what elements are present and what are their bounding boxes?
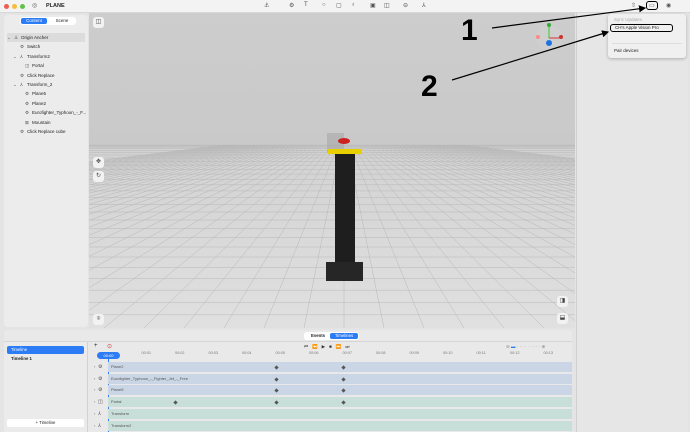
annotation-1: 1 xyxy=(461,14,478,48)
playback-controls[interactable]: ⏮⏪▶■⏩⏭ xyxy=(304,344,354,350)
track-icon: ⚙ xyxy=(98,374,102,384)
time-tick-label: 00:11 xyxy=(477,351,486,355)
track-label: Portal xyxy=(111,399,121,404)
time-tick-label: 00:03 xyxy=(209,351,219,355)
time-tick-label: 00:05 xyxy=(276,351,286,355)
current-time-indicator[interactable]: 00:00 xyxy=(97,352,120,359)
annotation-2: 2 xyxy=(421,70,438,104)
track-label: Plane2 xyxy=(111,364,123,369)
add-track-button[interactable]: + xyxy=(94,343,98,349)
track-label: Transform xyxy=(111,411,129,416)
timeline-item[interactable]: Timeline xyxy=(7,346,84,354)
timeline-track[interactable]: ›◫ Portal xyxy=(94,397,572,407)
time-tick-label: 00:12 xyxy=(510,351,520,355)
tab-timelines[interactable]: Timelines xyxy=(330,333,358,339)
time-tick-label: 00:10 xyxy=(443,351,453,355)
time-tick-label: 00:02 xyxy=(175,351,185,355)
tab-events[interactable]: Events xyxy=(306,333,330,339)
timeline-item[interactable]: Timeline 1 xyxy=(11,356,32,361)
timeline-track[interactable]: ›⚙ Eurofighter_Typhoon_-_Fighter_Jet_-_Fr… xyxy=(94,374,572,384)
chevron-right-icon[interactable]: › xyxy=(94,374,95,384)
track-icon: ⅄ xyxy=(98,421,101,431)
time-tick-label: 00:06 xyxy=(309,351,319,355)
chevron-right-icon[interactable]: › xyxy=(94,362,95,372)
time-tick-label: 00:01 xyxy=(142,351,152,355)
track-icon: ⚙ xyxy=(98,362,102,372)
chevron-right-icon[interactable]: › xyxy=(94,409,95,419)
time-tick-label: 00:04 xyxy=(242,351,252,355)
track-icon: ⅄ xyxy=(98,409,101,419)
chevron-right-icon[interactable]: › xyxy=(94,421,95,431)
timeline-track[interactable]: ›⅄ Transform xyxy=(94,409,572,419)
timeline-track[interactable]: ›⚙ Plane2 xyxy=(94,362,572,372)
time-tick-label: 00:08 xyxy=(376,351,386,355)
timeline-list: Timeline Timeline 1 + Timeline xyxy=(4,342,88,432)
time-tick-label: 00:09 xyxy=(410,351,420,355)
time-tick-label: 00:07 xyxy=(343,351,353,355)
add-timeline-button[interactable]: + Timeline xyxy=(7,419,84,427)
record-button[interactable]: ⊙ xyxy=(107,343,112,350)
track-label: Transform2 xyxy=(111,423,131,428)
timeline-track[interactable]: ›⚙ Plane5 xyxy=(94,385,572,395)
track-label: Plane5 xyxy=(111,387,123,392)
timeline-tabs: Events Timelines xyxy=(304,332,359,340)
time-tick-label: 00:13 xyxy=(544,351,554,355)
track-icon: ◫ xyxy=(98,397,103,407)
timeline-track[interactable]: ›⅄ Transform2 xyxy=(94,421,572,431)
chevron-right-icon[interactable]: › xyxy=(94,397,95,407)
track-icon: ⚙ xyxy=(98,385,102,395)
track-label: Eurofighter_Typhoon_-_Fighter_Jet_-_Free xyxy=(111,376,188,381)
zoom-slider[interactable]: ⊖ ▬ · · · · · · · · · ⊕ xyxy=(506,344,545,350)
chevron-right-icon[interactable]: › xyxy=(94,385,95,395)
